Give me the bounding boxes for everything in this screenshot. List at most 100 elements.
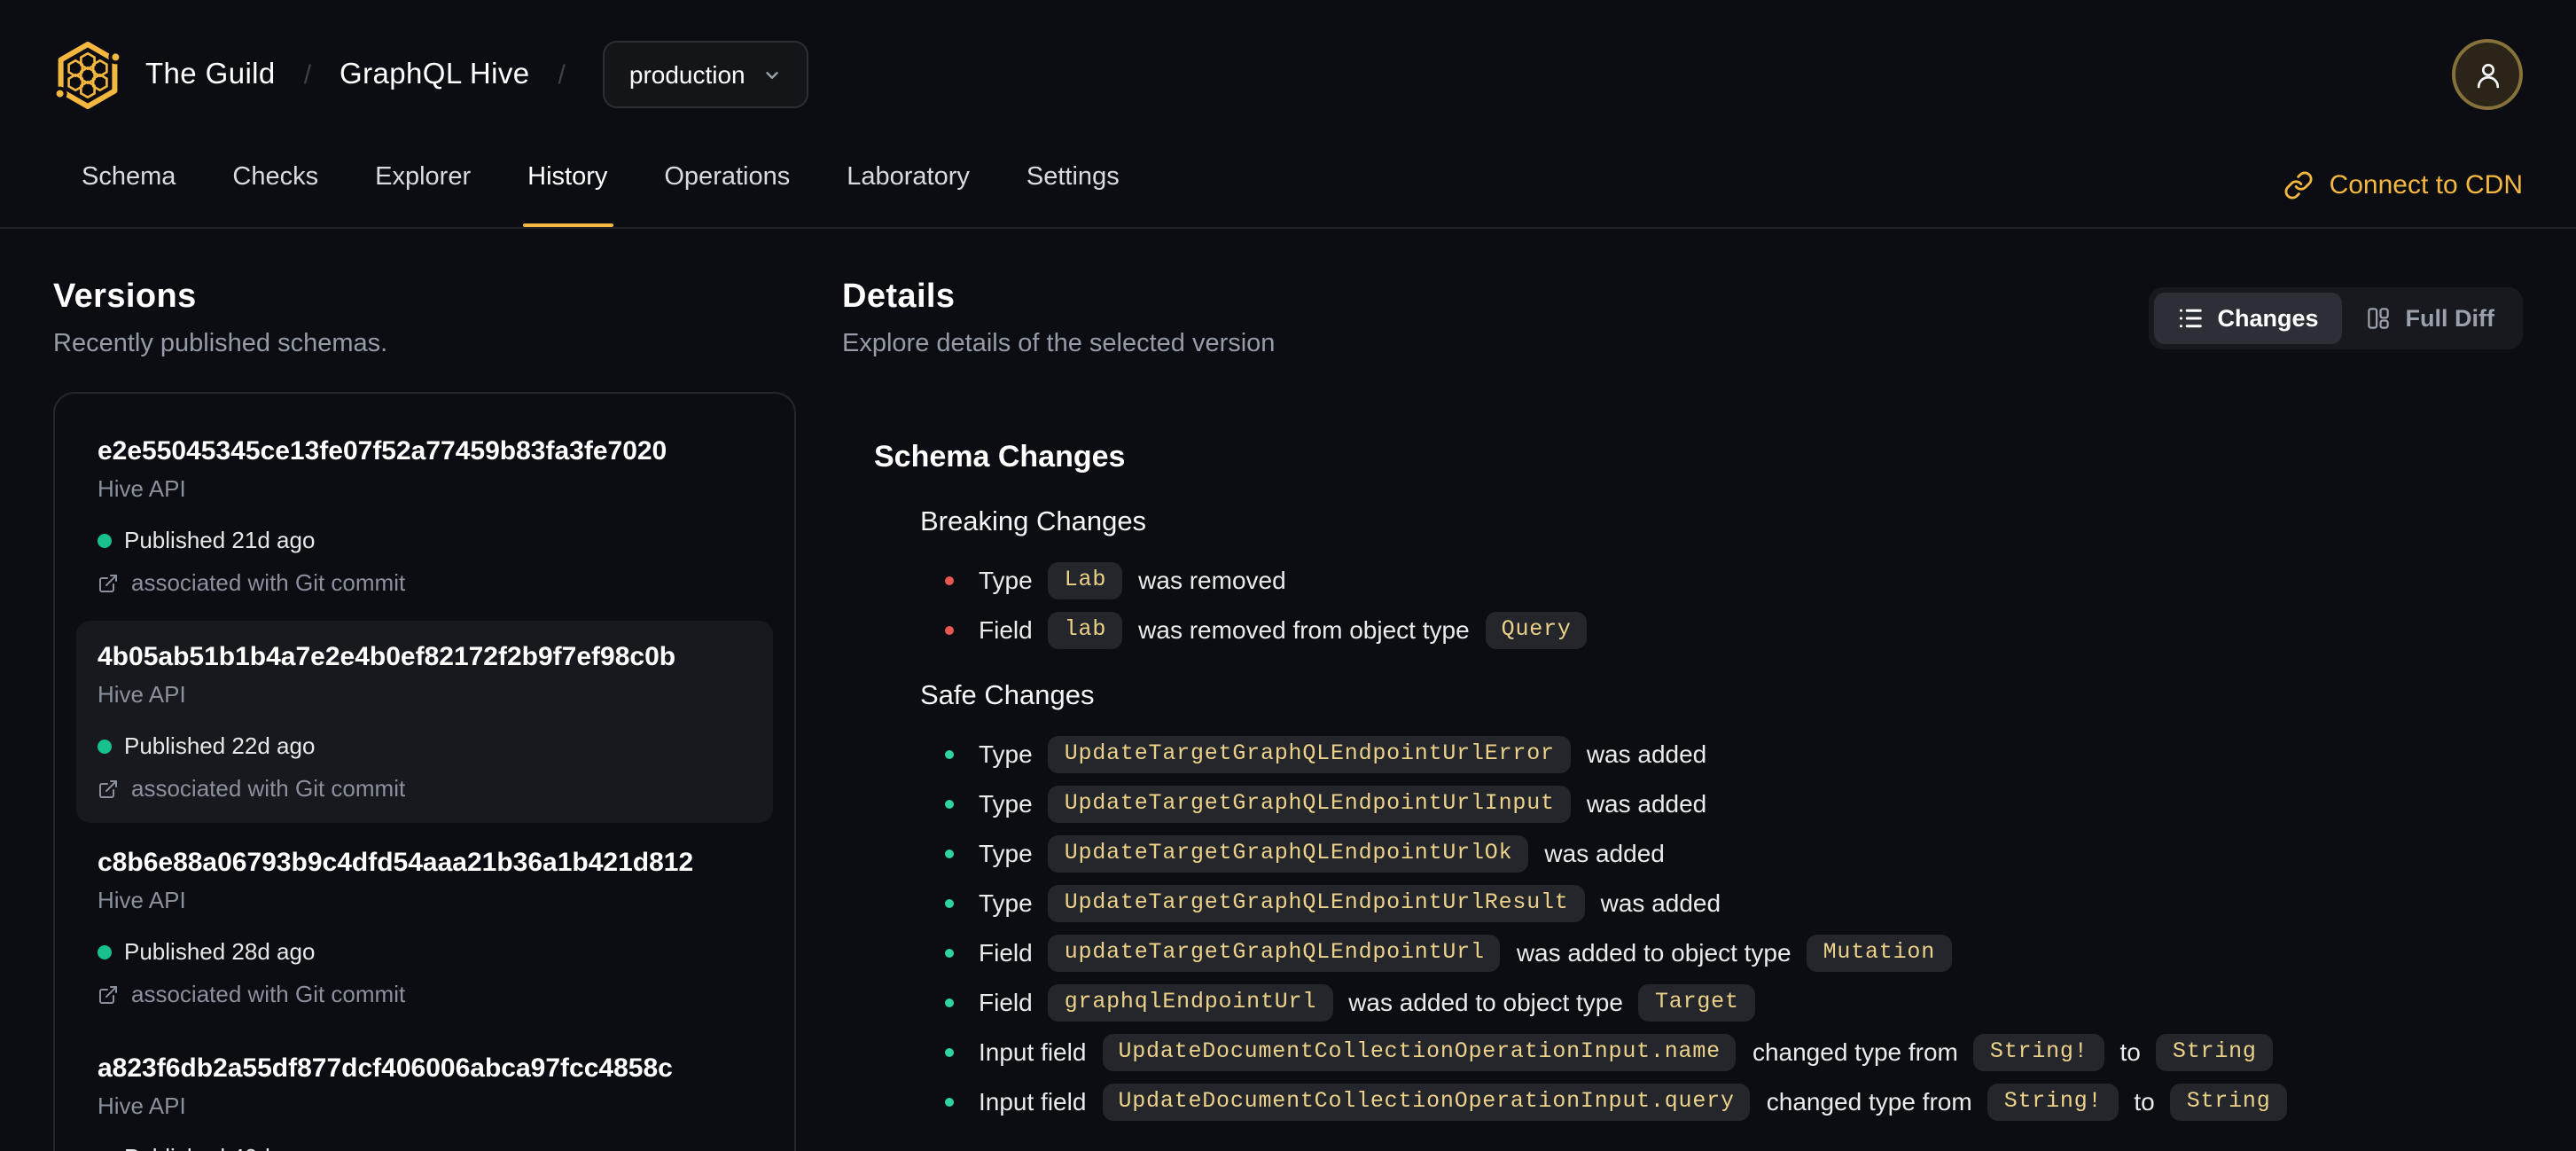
schema-code-chip: Lab xyxy=(1048,561,1123,599)
change-text: Input field xyxy=(979,1087,1087,1116)
external-link-icon xyxy=(98,572,119,593)
changes-toggle-button[interactable]: Changes xyxy=(2153,293,2342,344)
schema-code-chip: Target xyxy=(1638,983,1755,1021)
details-column: Details Explore details of the selected … xyxy=(842,278,2523,1131)
change-text: Type xyxy=(979,839,1033,867)
tab-explorer[interactable]: Explorer xyxy=(347,135,499,227)
version-status: Published 22d ago xyxy=(98,732,752,759)
tab-laboratory[interactable]: Laboratory xyxy=(818,135,998,227)
user-avatar[interactable] xyxy=(2452,39,2523,110)
user-icon xyxy=(2471,58,2504,91)
schema-code-chip: UpdateTargetGraphQLEndpointUrlInput xyxy=(1048,785,1571,822)
git-commit-link[interactable]: associated with Git commit xyxy=(98,981,752,1007)
version-card[interactable]: e2e55045345ce13fe07f52a77459b83fa3fe7020… xyxy=(76,415,773,617)
schema-code-chip: String xyxy=(2156,1033,2273,1070)
change-text: Type xyxy=(979,740,1033,768)
version-card[interactable]: c8b6e88a06793b9c4dfd54aaa21b36a1b421d812… xyxy=(76,826,773,1029)
change-text: to xyxy=(2119,1037,2141,1066)
external-link-icon xyxy=(98,983,119,1005)
target-selector-dropdown[interactable]: production xyxy=(602,41,809,108)
change-bullet-safe xyxy=(945,799,954,808)
tab-history[interactable]: History xyxy=(499,135,636,227)
schema-code-chip: Query xyxy=(1485,611,1588,648)
change-bullet-safe xyxy=(945,1097,954,1106)
change-text: Type xyxy=(979,566,1033,594)
connect-to-cdn-label: Connect to CDN xyxy=(2329,169,2523,200)
change-bullet-safe xyxy=(945,898,954,907)
schema-code-chip: UpdateDocumentCollectionOperationInput.q… xyxy=(1102,1083,1751,1120)
app-root: The Guild / GraphQL Hive / production Sc… xyxy=(0,0,2576,1151)
change-text: was added xyxy=(1600,889,1721,917)
change-text: was removed from object type xyxy=(1138,615,1470,644)
connect-to-cdn-button[interactable]: Connect to CDN xyxy=(2283,169,2523,200)
tab-operations[interactable]: Operations xyxy=(636,135,818,227)
list-icon xyxy=(2176,305,2203,332)
change-text: Field xyxy=(979,938,1033,967)
top-bar: The Guild / GraphQL Hive / production xyxy=(0,0,2576,110)
version-hash: e2e55045345ce13fe07f52a77459b83fa3fe7020 xyxy=(98,436,667,466)
full-diff-toggle-button[interactable]: Full Diff xyxy=(2342,293,2518,344)
change-item: Field graphqlEndpointUrl was added to obje… xyxy=(945,983,2523,1022)
git-commit-link-label: associated with Git commit xyxy=(131,981,406,1007)
link-icon xyxy=(2283,169,2314,200)
changes-toggle-label: Changes xyxy=(2217,305,2319,332)
main-content: Versions Recently published schemas. e2e… xyxy=(0,278,2576,1151)
git-commit-link[interactable]: associated with Git commit xyxy=(98,569,752,596)
schema-code-chip: Mutation xyxy=(1807,934,1952,971)
version-status: Published 40d ago xyxy=(98,1144,752,1151)
nav-tabs: Schema Checks Explorer History Operations Lab… xyxy=(53,135,1148,227)
published-status-dot xyxy=(98,533,112,547)
change-item: Field lab was removed from object type Quer… xyxy=(945,610,2523,649)
change-text: was added to object type xyxy=(1516,938,1791,967)
details-title: Details xyxy=(842,278,956,316)
published-status-text: Published 28d ago xyxy=(124,938,316,965)
change-item: Type UpdateTargetGraphQLEndpointUrlResult… xyxy=(945,883,2523,922)
git-commit-link-label: associated with Git commit xyxy=(131,569,406,596)
breadcrumb-separator: / xyxy=(303,59,312,90)
schema-code-chip: UpdateTargetGraphQLEndpointUrlError xyxy=(1048,735,1571,772)
hive-logo-icon[interactable] xyxy=(53,40,122,109)
change-text: was added xyxy=(1544,839,1665,867)
change-text: Type xyxy=(979,789,1033,818)
versions-subtitle: Recently published schemas. xyxy=(53,330,388,358)
versions-list: e2e55045345ce13fe07f52a77459b83fa3fe7020… xyxy=(53,392,796,1151)
published-status-dot xyxy=(98,944,112,959)
change-item: Type Lab was removed xyxy=(945,560,2523,599)
version-card[interactable]: a823f6db2a55df877dcf406006abca97fcc4858c… xyxy=(76,1032,773,1151)
change-text: changed type from xyxy=(1766,1087,1972,1116)
schema-code-chip: String! xyxy=(1987,1083,2119,1120)
tab-settings[interactable]: Settings xyxy=(998,135,1148,227)
change-bullet-breaking xyxy=(945,576,954,584)
git-commit-link-label: associated with Git commit xyxy=(131,775,406,802)
published-status-text: Published 22d ago xyxy=(124,732,316,759)
breadcrumb-org[interactable]: The Guild xyxy=(145,58,276,91)
published-status-text: Published 40d ago xyxy=(124,1144,315,1151)
version-service-name: Hive API xyxy=(98,681,186,708)
change-text: was removed xyxy=(1138,566,1286,594)
change-group-safe: Safe Changes Type UpdateTargetGraphQLEndpo… xyxy=(920,681,2523,1121)
change-item: Input field UpdateDocumentCollectionOpera… xyxy=(945,1082,2523,1121)
target-selector-value: production xyxy=(628,60,745,89)
tab-checks[interactable]: Checks xyxy=(204,135,347,227)
version-service-name: Hive API xyxy=(98,887,186,913)
view-toggle-group: Changes Full Diff xyxy=(2148,287,2523,349)
change-list: Type Lab was removed Field lab was removed fr… xyxy=(920,560,2523,649)
change-item: Type UpdateTargetGraphQLEndpointUrlInput w… xyxy=(945,784,2523,823)
tab-schema[interactable]: Schema xyxy=(53,135,204,227)
chevron-down-icon xyxy=(763,65,783,84)
schema-code-chip: updateTargetGraphQLEndpointUrl xyxy=(1048,934,1501,971)
schema-change-groups: Breaking Changes Type Lab was removed Field l… xyxy=(842,507,2523,1121)
change-bullet-safe xyxy=(945,1047,954,1056)
version-card[interactable]: 4b05ab51b1b4a7e2e4b0ef82172f2b9f7ef98c0b… xyxy=(76,621,773,823)
breadcrumb-project[interactable]: GraphQL Hive xyxy=(340,58,530,91)
git-commit-link[interactable]: associated with Git commit xyxy=(98,775,752,802)
schema-code-chip: String! xyxy=(1973,1033,2104,1070)
change-text: Field xyxy=(979,988,1033,1016)
change-list: Type UpdateTargetGraphQLEndpointUrlError w… xyxy=(920,734,2523,1121)
schema-code-chip: String xyxy=(2170,1083,2287,1120)
change-text: Type xyxy=(979,889,1033,917)
full-diff-icon xyxy=(2365,305,2392,332)
change-text: was added xyxy=(1586,740,1707,768)
versions-title: Versions xyxy=(53,278,197,316)
change-item: Input field UpdateDocumentCollectionOpera… xyxy=(945,1032,2523,1071)
